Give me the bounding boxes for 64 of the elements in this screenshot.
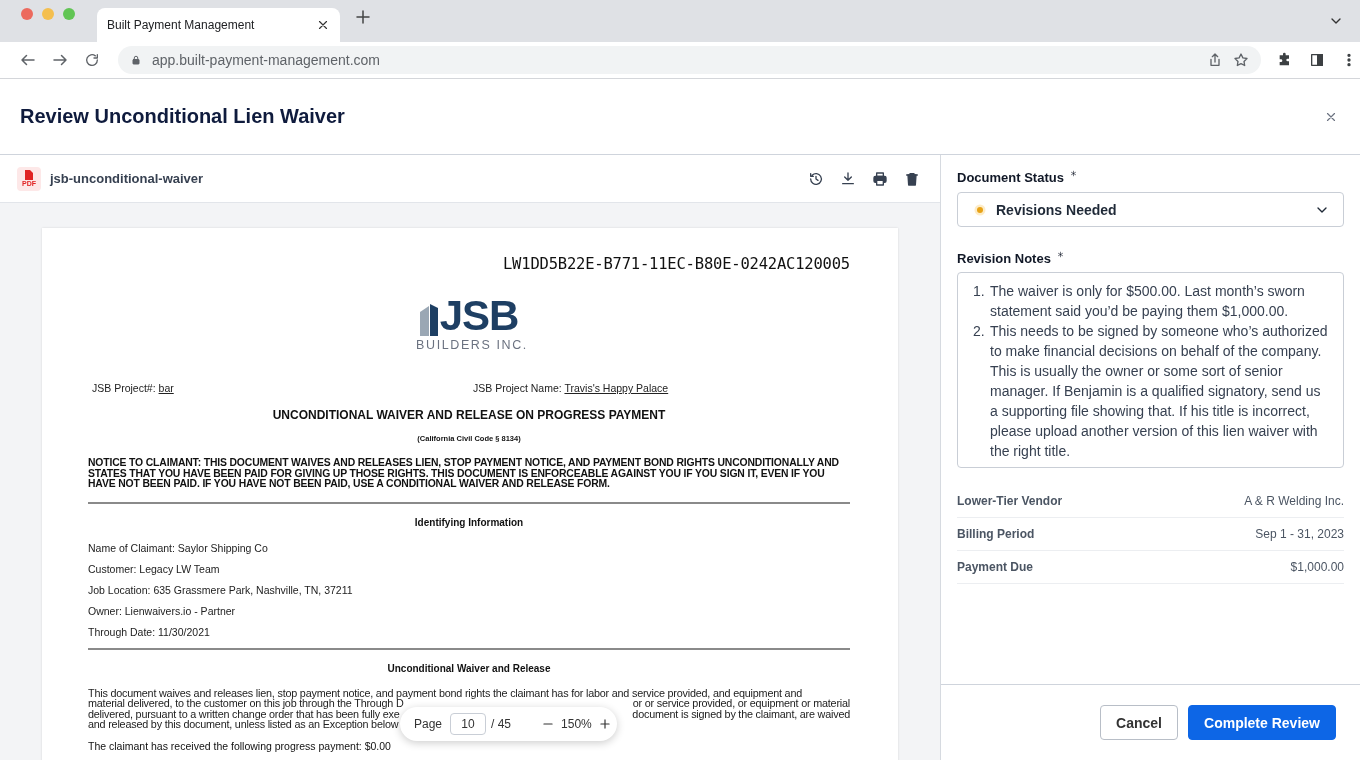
paragraph-text: and released by this document, unless listed as an Exception below [88,719,399,730]
sidebar-icon [1309,52,1325,68]
required-icon [1069,170,1077,177]
address-field[interactable]: app.built-payment-management.com [118,46,1261,74]
browser-tab[interactable]: Built Payment Management [97,8,340,42]
section-heading: Identifying Information [413,516,525,529]
project-number: JSB Project#: bar [92,382,175,394]
download-icon [840,170,856,187]
download-button[interactable] [840,170,856,187]
project-name: JSB Project Name: Travis's Happy Palace [473,382,669,394]
logo-text: JSB [439,296,519,336]
detail-value: Sep 1 - 31, 2023 [1255,527,1344,541]
notice-text: NOTICE TO CLAIMANT: THIS DOCUMENT WAIVES AND RELEASES LIEN, STOP PAYMENT NOTICE, AND PAYMENT BOND RIGHTS UNCONDITIONALLY AND STATES THAT YOU HAVE BEEN PAID FOR GIVING UP THOSE RIGHTS. THIS DOCUMENT IS ENFORCEABLE AGAINST YOU IF YOU SIGN IT, EVEN IF YOU HAVE NOT BEEN PAID. IF YOU HAVE NOT BEEN PAID, USE A CONDITIONAL WAIVER AND RELEASE FORM. [88,458,840,490]
lock-icon [130,54,142,66]
document-id: LW1DD5B22E-B771-11EC-B80E-0242AC120005 [502,254,850,274]
paragraph-text: document is signed by the claimant, are waived [632,708,850,719]
tab-title: Built Payment Management [107,18,255,32]
plus-icon [597,717,612,731]
field-label: Document Status [957,170,1064,186]
info-line: Through Date: 11/30/2021 [88,625,210,638]
paragraph-text: or or service provided, or equipment or material [632,698,850,709]
url-text: app.built-payment-management.com [152,52,381,68]
document-title: UNCONDITIONAL WAIVER AND RELEASE ON PROGRESS PAYMENT [271,409,667,422]
page-label: Page [414,717,443,731]
history-button[interactable] [808,170,824,187]
payment-text: The claimant has received the following progress payment: $0.00 [88,739,391,752]
complete-review-button[interactable]: Complete Review [1188,705,1336,740]
info-line: Name of Claimant: Saylor Shipping Co [88,541,268,554]
close-icon [316,18,330,32]
star-icon [1233,52,1249,68]
cancel-button[interactable]: Cancel [1100,705,1178,740]
notes-field[interactable]: 1. The waiver is only for $500.00. Last month’s sworn statement said you’d be paying them $1,000.00. 2. This needs to be signed by someone who’s authorized to make financial decisions on behalf of the company. This is usually the owner or some sort of senior manager. If Benjamin is a qualified signatory, send us a supporting file showing that. If his title is incorrect, please upload another version of this lien waiver with the right title. [957,272,1344,468]
required-icon [1056,251,1064,258]
dialog-title: Review Unconditional Lien Waiver [20,105,345,128]
share-icon [1207,52,1223,68]
detail-label: Payment Due [957,560,1034,574]
file-name: jsb-unconditional-waiver [50,171,205,186]
printer-icon [872,170,888,187]
detail-label: Billing Period [957,527,1035,541]
page-total: / 45 [491,717,512,731]
paragraph-text: delivered, pursuant to a written change order that has been fully exe [88,708,400,719]
info-line: Owner: Lienwaivers.io - Partner [88,604,236,617]
plus-icon [354,8,372,26]
page-input[interactable]: 10 [450,713,487,735]
history-icon [808,170,824,187]
print-button[interactable] [872,170,888,187]
reload-icon [84,52,100,68]
building-icon [419,302,438,336]
detail-label: Lower-Tier Vendor [957,494,1063,508]
status-dropdown[interactable]: Revisions Needed [957,192,1344,227]
info-line: Job Location: 635 Grassmere Park, Nashville, TN, 37211 [88,583,353,596]
logo-subtitle: BUILDERS INC. [416,338,528,352]
paragraph-text: This document waives and releases lien, stop payment notice, and payment bond rights the claimant has for labor and service provided, and equipment and [88,687,803,698]
status-dot-icon [974,203,986,216]
zoom-in-button[interactable] [597,717,612,731]
detail-value: A & R Welding Inc. [1244,494,1344,508]
field-label: Revision Notes [957,251,1051,267]
section-heading: Unconditional Waiver and Release [386,662,552,675]
info-line: Customer: Legacy LW Team [88,562,220,575]
zoom-level: 150% [561,717,592,731]
paragraph-text: material delivered, to the customer on this job through the Through D [88,698,404,709]
trash-icon [904,170,920,187]
delete-button[interactable] [904,170,920,187]
detail-value: $1,000.00 [1290,560,1344,574]
